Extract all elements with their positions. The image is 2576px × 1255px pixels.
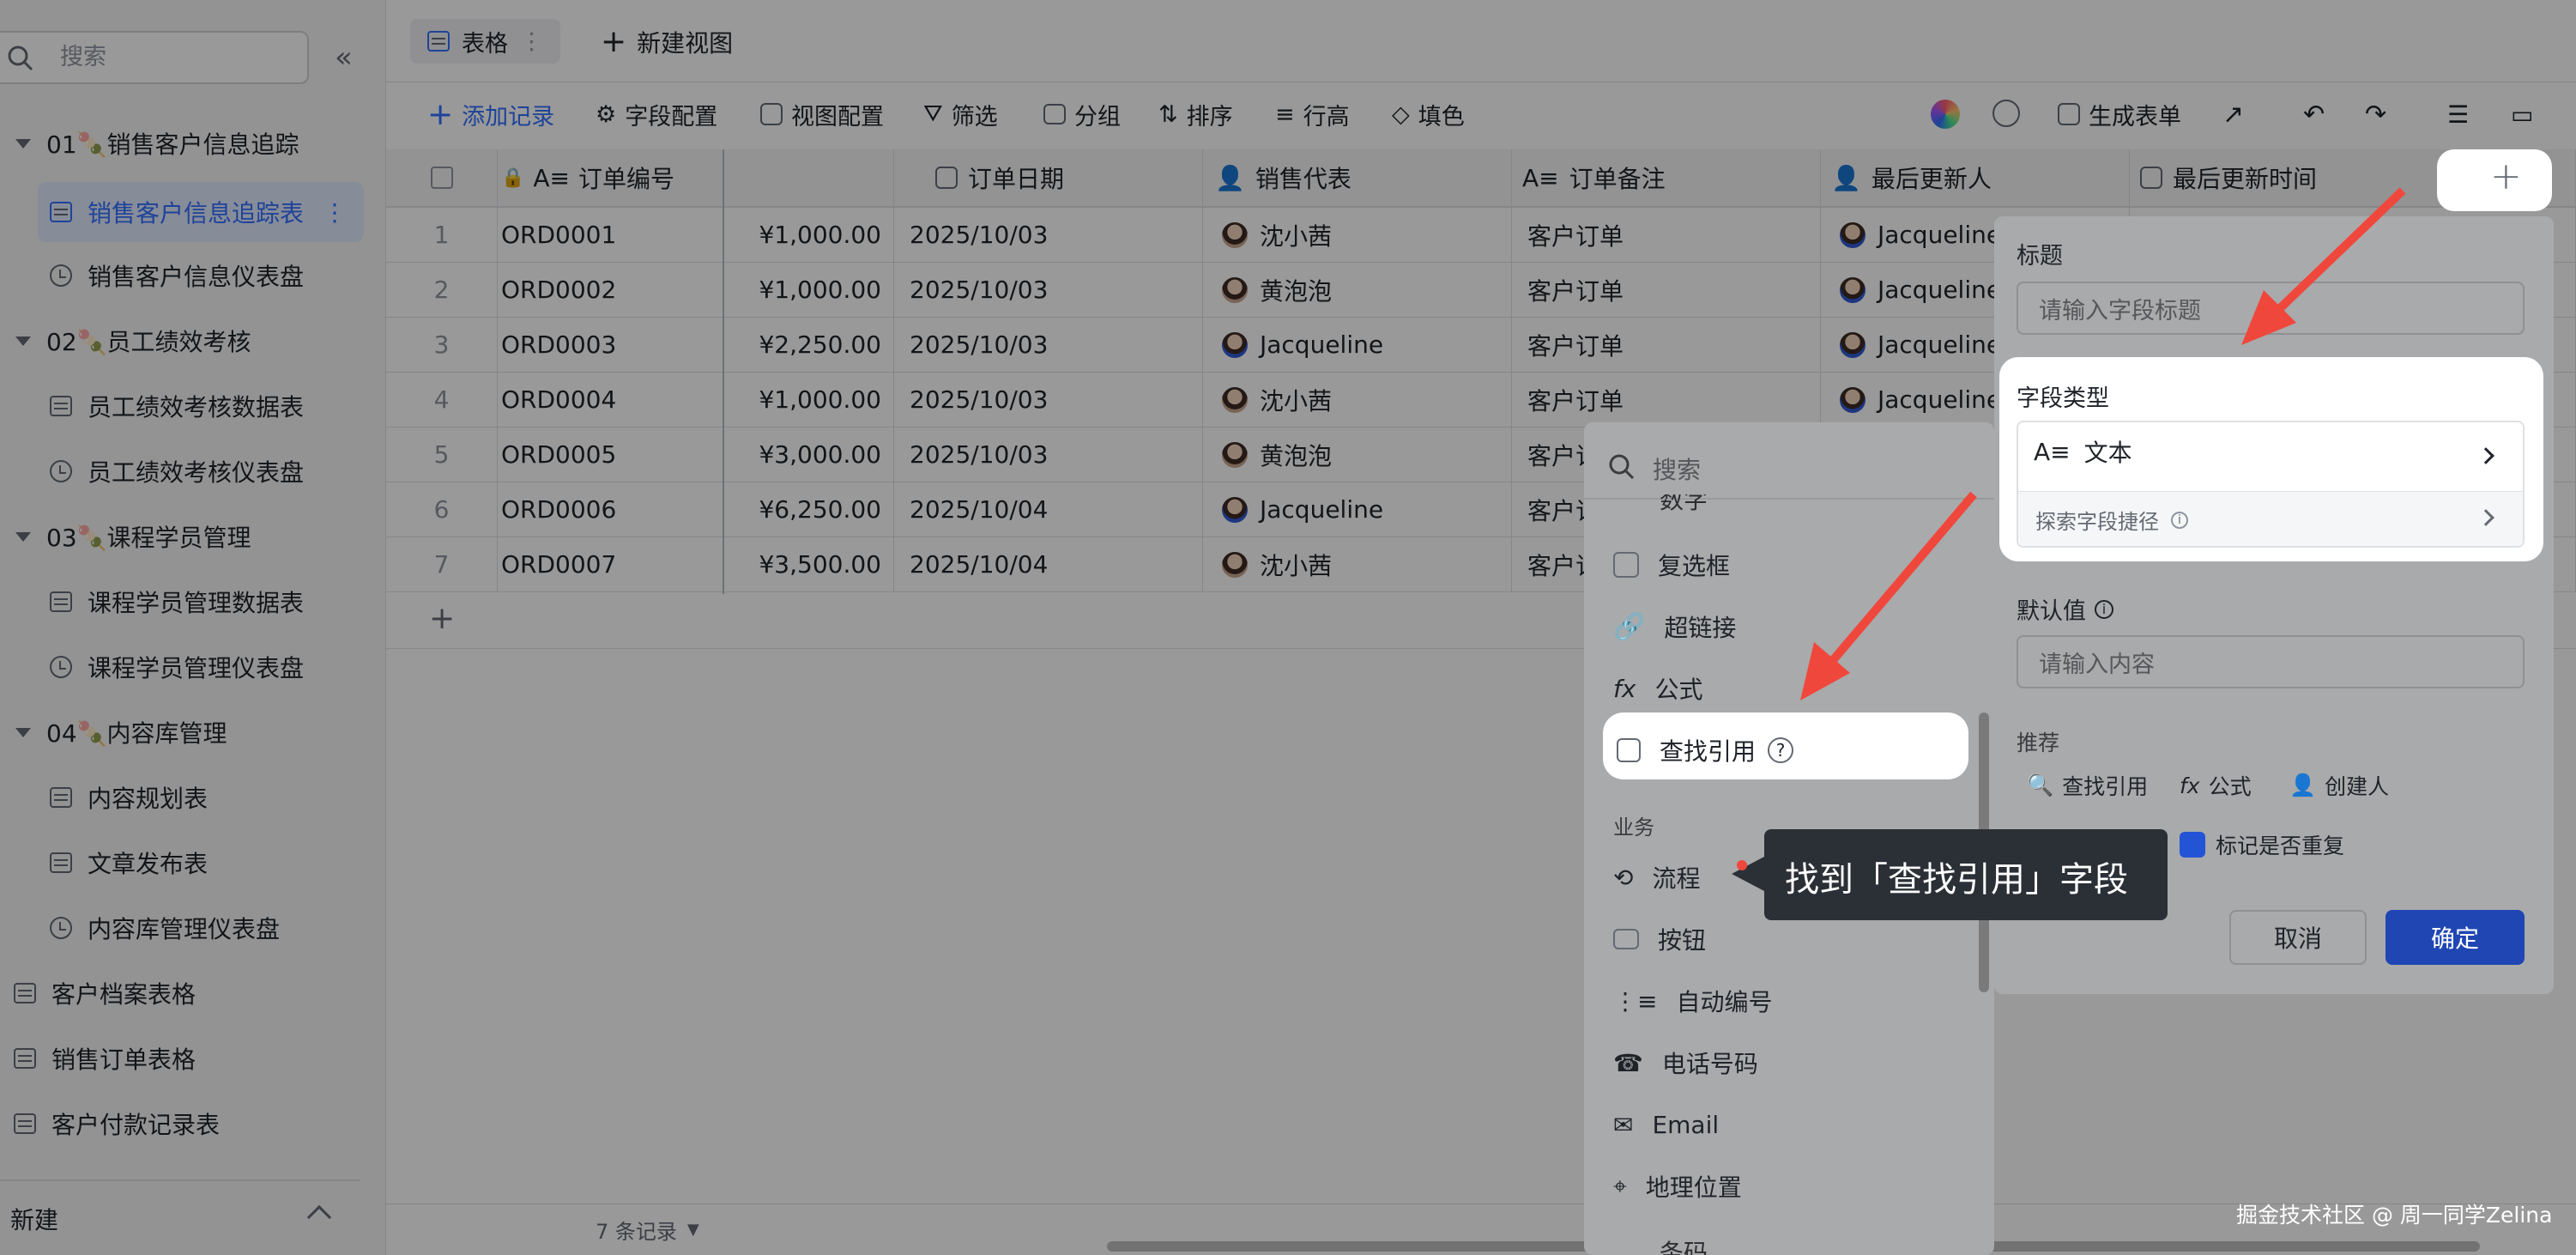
arrow-dot [1737, 860, 1747, 870]
tutorial-arrows [1737, 187, 2406, 870]
arrow-to-field-type-icon [2241, 187, 2406, 345]
watermark: 掘金技术社区 @ 周一同学Zelina [2236, 1203, 2553, 1228]
arrow-to-lookup-icon [1800, 491, 1977, 700]
